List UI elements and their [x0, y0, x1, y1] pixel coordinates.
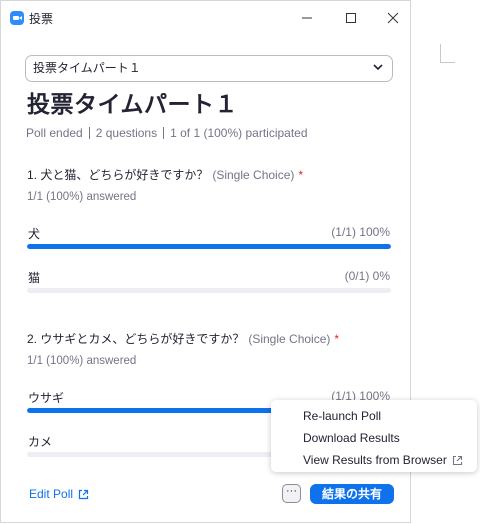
- chevron-down-icon: [373, 64, 383, 71]
- edit-poll-link[interactable]: Edit Poll: [29, 487, 89, 501]
- option-label: ウサギ: [28, 391, 65, 405]
- result-bar: [27, 288, 391, 293]
- question-text: 1. 犬と猫、どちらが好きですか？: [27, 168, 209, 182]
- required-mark: *: [298, 168, 304, 182]
- menu-item-download-results[interactable]: Download Results: [303, 431, 400, 445]
- minimize-icon: [302, 17, 312, 19]
- question-1: 1. 犬と猫、どちらが好きですか？ (Single Choice) *: [27, 166, 303, 183]
- poll-selector-value: 投票タイムパート１: [33, 61, 141, 75]
- divider: [163, 127, 165, 139]
- question-text: 2. ウサギとカメ、どちらが好きですか？: [27, 332, 245, 346]
- poll-selector[interactable]: 投票タイムパート１: [25, 55, 393, 82]
- result-bar: [27, 244, 391, 249]
- question-2: 2. ウサギとカメ、どちらが好きですか？ (Single Choice) *: [27, 330, 339, 347]
- close-button[interactable]: [371, 1, 415, 35]
- close-icon: [387, 12, 399, 24]
- poll-status: Poll ended: [26, 126, 83, 140]
- more-options-button[interactable]: ···: [282, 484, 301, 503]
- option-result: (1/1) 100%: [331, 225, 390, 239]
- zoom-app-icon: [10, 11, 24, 25]
- question-count: 2 questions: [95, 126, 158, 140]
- menu-item-label: View Results from Browser: [303, 453, 447, 467]
- window-title: 投票: [29, 12, 54, 26]
- menu-item-relaunch-poll[interactable]: Re-launch Poll: [303, 409, 381, 423]
- background-mark: [440, 44, 455, 63]
- external-link-icon: [78, 489, 89, 499]
- maximize-button[interactable]: [329, 1, 373, 35]
- option-label: カメ: [28, 435, 53, 449]
- edit-poll-label: Edit Poll: [29, 487, 74, 501]
- participation: 1 of 1 (100%) participated: [170, 126, 308, 140]
- title-bar: 投票: [1, 1, 410, 35]
- share-results-button[interactable]: 結果の共有: [310, 484, 394, 504]
- external-link-icon: [452, 455, 462, 465]
- question-type: (Single Choice): [248, 332, 331, 346]
- question-type: (Single Choice): [212, 168, 295, 182]
- menu-item-view-results-browser[interactable]: View Results from Browser: [303, 453, 463, 467]
- menu-item-label: Re-launch Poll: [303, 409, 382, 423]
- result-bar-fill: [27, 244, 391, 249]
- divider: [88, 127, 90, 139]
- minimize-button[interactable]: [285, 1, 329, 35]
- option-label: 犬: [28, 227, 41, 241]
- poll-meta: Poll ended 2 questions 1 of 1 (100%) parti…: [26, 126, 308, 140]
- answered-count: 1/1 (100%) answered: [27, 191, 137, 203]
- answered-count: 1/1 (100%) answered: [27, 355, 137, 367]
- menu-item-label: Download Results: [303, 431, 400, 445]
- more-options-menu: Re-launch Poll Download Results View Res…: [271, 400, 477, 472]
- poll-title: 投票タイムパート１: [27, 91, 239, 117]
- option-result: (0/1) 0%: [344, 269, 390, 283]
- option-label: 猫: [28, 271, 41, 285]
- required-mark: *: [334, 332, 340, 346]
- maximize-icon: [346, 13, 356, 23]
